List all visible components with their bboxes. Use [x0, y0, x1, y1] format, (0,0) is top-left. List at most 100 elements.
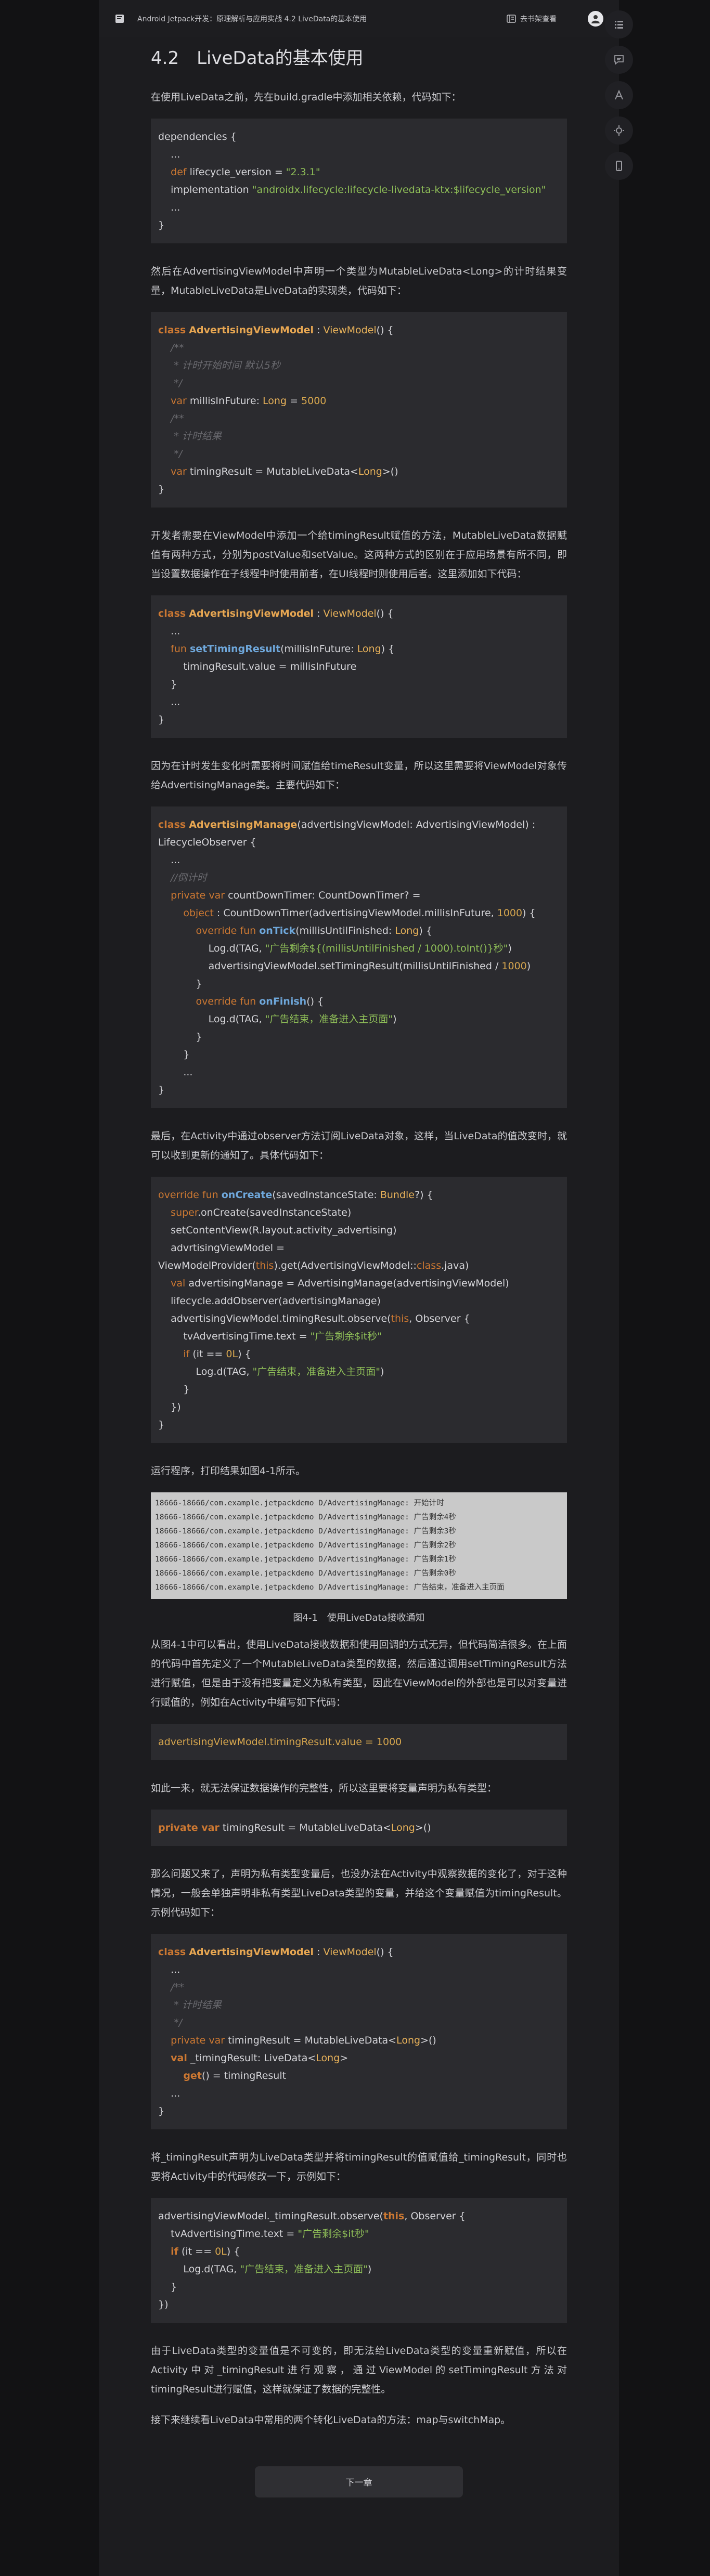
paragraph: 由于LiveData类型的变量值是不可变的，即无法给LiveData类型的变量重… [151, 2345, 567, 2395]
paragraph: 最后，在Activity中通过observer方法订阅LiveData对象，这样… [151, 1130, 567, 1161]
book-icon[interactable] [114, 14, 125, 24]
toc-button[interactable] [605, 10, 633, 38]
code-block-set-timing: class AdvertisingViewModel : ViewModel()… [151, 595, 567, 738]
code-block-viewmodel: class AdvertisingViewModel : ViewModel()… [151, 311, 567, 508]
section-heading: 4.2 LiveData的基本使用 [151, 48, 364, 69]
code-comment: */ [171, 2016, 183, 2028]
code-line: } [171, 2281, 177, 2293]
code-line: get() = timingResult [183, 2070, 287, 2081]
code-block-livedata-getter: class AdvertisingViewModel : ViewModel()… [151, 1933, 567, 2129]
code-line: def lifecycle_version = "2.3.1" [171, 166, 320, 178]
code-line: } [158, 1419, 165, 1430]
font-icon [615, 89, 623, 100]
code-line: advertisingViewModel._timingResult.obser… [158, 2210, 466, 2222]
code-line: ... [171, 625, 180, 637]
code-line: ... [171, 854, 180, 866]
code-line: dependencies { [158, 131, 237, 142]
code-line: advertisingViewModel.setTimingResult(mil… [208, 960, 531, 972]
code-comment: /** [171, 412, 184, 424]
code-line: } [196, 978, 202, 990]
reader-toolbar [598, 0, 640, 180]
next-chapter-button[interactable]: 下一章 [255, 2466, 463, 2497]
code-line: if (it == 0L) { [183, 1348, 251, 1360]
code-line: fun setTimingResult(millisInFuture: Long… [171, 643, 395, 655]
code-line: setContentView(R.layout.activity_adverti… [171, 1224, 397, 1236]
code-token: "2.3.1" [286, 166, 320, 178]
book-title: Android Jetpack开发：原理解析与应用实战 4.2 LiveData… [137, 15, 367, 23]
code-line: } [183, 1383, 190, 1395]
code-line: advertisingViewModel.timingResult.observ… [171, 1312, 470, 1324]
bookshelf-button[interactable]: 去书架查看 [507, 14, 557, 24]
code-line: override fun onTick(millisUntilFinished:… [196, 925, 432, 936]
paragraph: 如此一来，就无法保证数据操作的完整性，所以这里要将变量声明为私有类型： [151, 1782, 497, 1794]
code-line: }) [171, 1401, 181, 1413]
code-line: private var timingResult = MutableLiveDa… [158, 1822, 431, 1833]
code-line: class AdvertisingViewModel : ViewModel()… [158, 324, 394, 336]
code-line: Log.d(TAG, "广告剩余${(millisUntilFinished /… [208, 942, 512, 954]
code-comment: * 计时结果 [171, 1999, 222, 2011]
code-line: } [158, 1084, 165, 1096]
paragraph: 运行程序，打印结果如图4-1所示。 [151, 1465, 306, 1477]
comment-icon [614, 55, 624, 65]
code-line: val _timingResult: LiveData<Long> [171, 2052, 348, 2064]
log-line: 18666-18666/com.example.jetpackdemo D/Ad… [155, 1555, 456, 1564]
code-block-activity: override fun onCreate(savedInstanceState… [151, 1176, 567, 1443]
font-settings-button[interactable] [605, 81, 633, 109]
code-line: val advertisingManage = AdvertisingManag… [171, 1277, 509, 1289]
code-line: }) [158, 2298, 169, 2310]
code-comment: */ [171, 448, 183, 460]
code-line: advertisingViewModel.timingResult.value … [158, 1736, 402, 1748]
code-line: Log.d(TAG, "广告结束，准备进入主页面") [183, 2263, 372, 2275]
paragraph: 因为在计时发生变化时需要将时间赋值给timeResult变量，所以这里需要将Vi… [151, 760, 567, 791]
code-line: tvAdvertisingTime.text = "广告剩余$it秒" [171, 2228, 369, 2240]
reader-content: 4.2 LiveData的基本使用 在使用LiveData之前，先在build.… [99, 37, 619, 2576]
notes-button[interactable] [605, 46, 633, 74]
code-comment: */ [171, 377, 183, 389]
paragraph: 那么问题又来了，声明为私有类型变量后，也没办法在Activity中观察数据的变化… [151, 1868, 567, 1918]
code-line: tvAdvertisingTime.text = "广告剩余$it秒" [183, 1330, 382, 1342]
code-block-manage: class AdvertisingManage(advertisingViewM… [151, 806, 567, 1108]
paragraph: 将_timingResult声明为LiveData类型并将timingResul… [151, 2151, 567, 2182]
code-line: } [183, 1048, 190, 1060]
paragraph: 在使用LiveData之前，先在build.gradle中添加相关依赖，代码如下… [151, 91, 461, 103]
code-line: class AdvertisingViewModel : ViewModel()… [158, 607, 394, 619]
code-line: object : CountDownTimer(advertisingViewM… [183, 907, 536, 919]
brightness-button[interactable] [605, 116, 633, 145]
code-line: override fun onFinish() { [196, 995, 324, 1007]
code-line: timingResult.value = millisInFuture [183, 660, 357, 672]
code-line: } [158, 483, 165, 495]
log-line: 18666-18666/com.example.jetpackdemo D/Ad… [155, 1569, 456, 1578]
list-icon [615, 21, 623, 29]
paragraph: 然后在AdvertisingViewModel中声明一个类型为MutableLi… [151, 265, 567, 296]
log-line: 18666-18666/com.example.jetpackdemo D/Ad… [155, 1541, 456, 1550]
log-line: 18666-18666/com.example.jetpackdemo D/Ad… [155, 1527, 456, 1536]
paragraph: 开发者需要在ViewModel中添加一个给timingResult赋值的方法，M… [151, 529, 567, 580]
code-line: } [158, 2105, 165, 2117]
bookshelf-icon [507, 15, 516, 23]
code-token: def [171, 166, 187, 178]
log-line: 18666-18666/com.example.jetpackdemo D/Ad… [155, 1583, 505, 1592]
mobile-reading-button[interactable] [605, 152, 633, 180]
code-block-private: private var timingResult = MutableLiveDa… [151, 1809, 567, 1846]
code-comment: /** [171, 342, 184, 354]
log-line: 18666-18666/com.example.jetpackdemo D/Ad… [155, 1499, 444, 1507]
code-line: advrtisingViewModel = ViewModelProvider(… [158, 1242, 469, 1271]
code-line: ... [183, 1066, 193, 1078]
figure-caption: 图4-1 使用LiveData接收通知 [293, 1612, 425, 1623]
code-line: private var timingResult = MutableLiveDa… [171, 2034, 436, 2046]
code-line: ... [158, 148, 180, 160]
code-block-assign: advertisingViewModel.timingResult.value … [151, 1723, 567, 1760]
log-output-figure: 18666-18666/com.example.jetpackdemo D/Ad… [151, 1492, 567, 1599]
code-line: var timingResult = MutableLiveData<Long>… [171, 465, 398, 477]
code-line: implementation "androidx.lifecycle:lifec… [158, 184, 546, 196]
code-line: if (it == 0L) { [171, 2245, 240, 2257]
code-line: Log.d(TAG, "广告结束，准备进入主页面") [196, 1365, 384, 1377]
code-token: "androidx.lifecycle:lifecycle-livedata-k… [252, 184, 546, 196]
code-line: super.onCreate(savedInstanceState) [171, 1206, 352, 1218]
code-block-dependencies: dependencies { ... def lifecycle_version… [151, 118, 567, 243]
paragraph: 接下来继续看LiveData中常用的两个转化LiveData的方法：map与sw… [151, 2414, 511, 2426]
paragraph: 从图4-1中可以看出，使用LiveData接收数据和使用回调的方式无异，但代码简… [151, 1638, 567, 1708]
code-line: lifecycle.addObserver(advertisingManage) [171, 1295, 381, 1307]
code-line: ... [171, 696, 180, 708]
log-line: 18666-18666/com.example.jetpackdemo D/Ad… [155, 1513, 456, 1521]
